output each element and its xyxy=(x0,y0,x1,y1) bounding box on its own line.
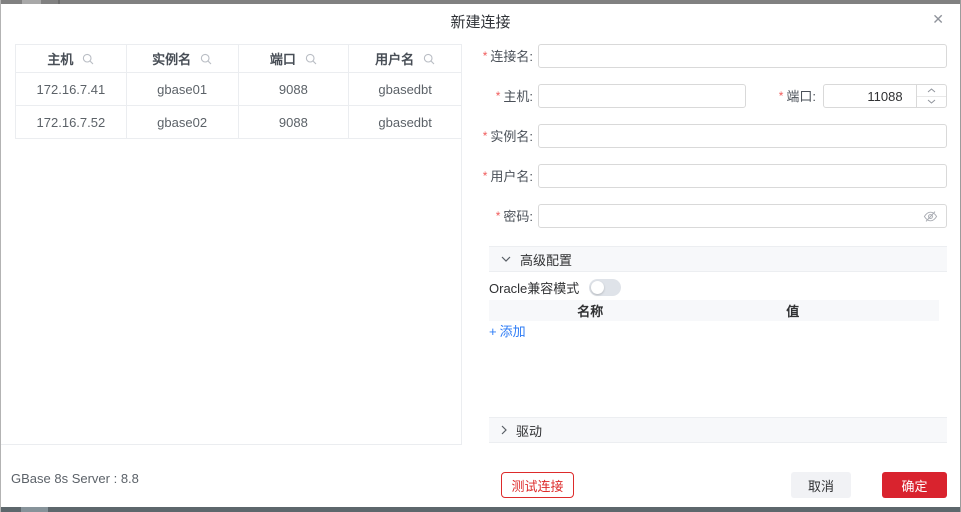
param-name-header: 名称 xyxy=(489,301,692,320)
footer-divider xyxy=(1,444,462,445)
window-bottom-edge-notch xyxy=(21,507,48,512)
username-field-wrap xyxy=(538,164,947,188)
cell-instance: gbase02 xyxy=(127,106,239,138)
column-header-label: 端口 xyxy=(270,49,296,68)
cancel-button[interactable]: 取消 xyxy=(791,472,851,498)
cell-instance: gbase01 xyxy=(127,73,239,105)
instance-label: *实例名: xyxy=(471,124,533,149)
dialog-title: 新建连接 xyxy=(1,11,960,32)
table-row[interactable]: 172.16.7.41 gbase01 9088 gbasedbt xyxy=(16,73,461,106)
instance-input[interactable] xyxy=(539,125,946,147)
username-input[interactable] xyxy=(539,165,946,187)
cell-port: 9088 xyxy=(239,106,350,138)
confirm-button[interactable]: 确定 xyxy=(882,472,947,498)
cell-user: gbasedbt xyxy=(349,73,461,105)
column-header-host[interactable]: 主机 xyxy=(16,45,127,73)
host-input[interactable] xyxy=(539,85,745,107)
oracle-mode-label: Oracle兼容模式 xyxy=(489,278,579,297)
test-connection-button[interactable]: 测试连接 xyxy=(501,472,574,498)
column-header-port[interactable]: 端口 xyxy=(239,45,350,73)
port-field-wrap xyxy=(823,84,947,108)
driver-title: 驱动 xyxy=(516,421,542,440)
window-top-edge xyxy=(1,0,960,4)
table-body: 172.16.7.41 gbase01 9088 gbasedbt 172.16… xyxy=(16,73,461,138)
search-icon[interactable] xyxy=(82,53,94,65)
required-marker: * xyxy=(483,129,488,143)
required-marker: * xyxy=(496,89,501,103)
preset-connections-table: 主机 实例名 端口 用户名 xyxy=(15,44,461,139)
connection-name-field-wrap xyxy=(538,44,947,68)
advanced-config-collapse-header[interactable]: 高级配置 xyxy=(489,246,947,272)
password-field-wrap xyxy=(538,204,947,228)
column-header-instance[interactable]: 实例名 xyxy=(127,45,239,73)
password-label: *密码: xyxy=(471,204,533,229)
password-input[interactable] xyxy=(539,205,946,227)
param-value-header: 值 xyxy=(692,301,895,320)
new-connection-dialog: 新建连接 ✕ 主机 实例名 端口 用 xyxy=(0,0,961,512)
instance-field-wrap xyxy=(538,124,947,148)
chevron-right-icon xyxy=(501,425,507,435)
connection-name-input[interactable] xyxy=(539,45,946,67)
column-header-label: 实例名 xyxy=(152,49,191,68)
table-row[interactable]: 172.16.7.52 gbase02 9088 gbasedbt xyxy=(16,106,461,138)
column-header-label: 用户名 xyxy=(375,49,414,68)
cell-host: 172.16.7.52 xyxy=(16,106,127,138)
spinner-down-icon[interactable] xyxy=(917,97,946,108)
advanced-config-title: 高级配置 xyxy=(520,250,572,269)
spinner-up-icon[interactable] xyxy=(917,85,946,97)
window-bottom-edge xyxy=(1,507,960,512)
table-header-row: 主机 实例名 端口 用户名 xyxy=(16,45,461,73)
host-label: *主机: xyxy=(471,84,533,109)
required-marker: * xyxy=(779,89,784,103)
host-field-wrap xyxy=(538,84,746,108)
oracle-mode-row: Oracle兼容模式 xyxy=(489,278,621,297)
search-icon[interactable] xyxy=(423,53,435,65)
search-icon[interactable] xyxy=(200,53,212,65)
close-icon[interactable]: ✕ xyxy=(932,11,944,27)
search-icon[interactable] xyxy=(305,53,317,65)
column-header-user[interactable]: 用户名 xyxy=(349,45,461,73)
required-marker: * xyxy=(496,209,501,223)
eye-invisible-icon[interactable] xyxy=(923,209,938,224)
window-top-edge-notch xyxy=(22,0,41,4)
username-label: *用户名: xyxy=(471,164,533,189)
port-spinner xyxy=(916,85,946,107)
connection-name-label: *连接名: xyxy=(471,44,533,69)
add-param-link[interactable]: +添加 xyxy=(489,321,526,340)
required-marker: * xyxy=(483,49,488,63)
cell-user: gbasedbt xyxy=(349,106,461,138)
cell-port: 9088 xyxy=(239,73,350,105)
toggle-knob xyxy=(591,281,604,294)
cell-host: 172.16.7.41 xyxy=(16,73,127,105)
chevron-down-icon xyxy=(501,256,511,262)
server-version-text: GBase 8s Server : 8.8 xyxy=(11,471,139,486)
panel-divider xyxy=(461,44,462,444)
port-label: *端口: xyxy=(759,84,816,109)
param-table-header: 名称 值 xyxy=(489,300,939,321)
add-param-label: 添加 xyxy=(500,324,526,339)
oracle-mode-toggle[interactable] xyxy=(589,279,621,296)
window-top-edge-separator xyxy=(58,0,60,4)
driver-collapse-header[interactable]: 驱动 xyxy=(489,417,947,443)
required-marker: * xyxy=(483,169,488,183)
column-header-label: 主机 xyxy=(47,49,73,68)
plus-icon: + xyxy=(489,324,497,339)
